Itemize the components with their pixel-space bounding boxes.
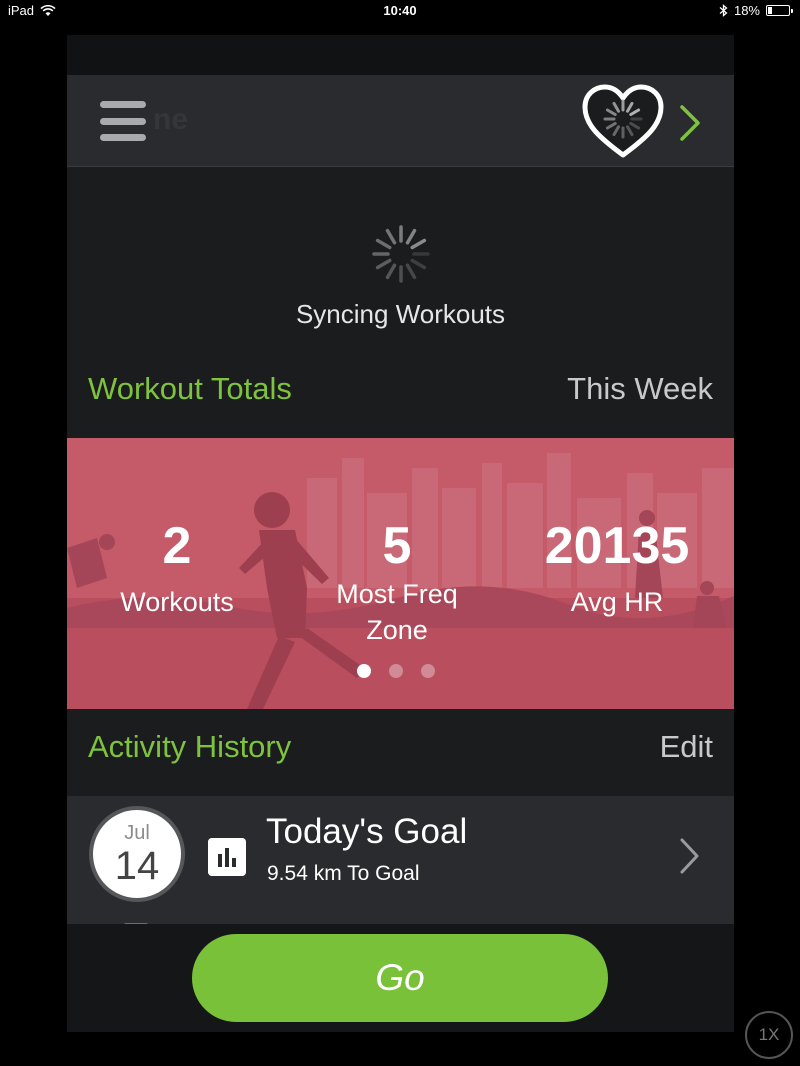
spinner-icon (372, 225, 430, 283)
page-dot[interactable] (421, 664, 435, 678)
zoom-toggle-button[interactable]: 1X (745, 1011, 793, 1059)
heart-sync-icon[interactable] (580, 83, 666, 161)
stat-label: Workouts (120, 587, 234, 617)
section-title-totals: Workout Totals (88, 371, 292, 406)
battery-percent: 18% (733, 3, 760, 18)
stat-label: Avg HR (570, 587, 664, 617)
goal-title: Today's Goal (266, 812, 468, 851)
period-selector[interactable]: This Week (567, 371, 713, 407)
stat-avg-hr: 20135 Avg HR (527, 518, 707, 620)
stat-workouts: 2 Workouts (107, 518, 247, 620)
sync-status: Syncing Workouts (295, 299, 506, 329)
goal-subtitle: 9.54 km To Goal (267, 862, 420, 885)
stat-value: 5 (382, 517, 412, 575)
date-month: Jul (124, 822, 150, 844)
bluetooth-icon (719, 4, 728, 17)
app-header: ne (67, 75, 734, 167)
bar-chart-icon (208, 838, 246, 876)
date-day: 14 (114, 844, 160, 888)
page-indicator[interactable] (357, 664, 435, 678)
history-section-header: Activity History Edit (67, 723, 734, 773)
app-window: ne Syncing Workouts Workout Totals This … (67, 35, 734, 1032)
footer-bar: Go (67, 924, 734, 1032)
stat-value: 20135 (544, 517, 690, 575)
stat-label-line2: Zone (366, 615, 428, 645)
logo-faded: ne (153, 103, 189, 136)
battery-icon (766, 5, 793, 16)
page-dot[interactable] (389, 664, 403, 678)
date-badge: Jul 14 (89, 806, 185, 902)
totals-banner[interactable]: 2 Workouts 5 Most Freq Zone 20135 Avg HR (67, 438, 734, 709)
stat-most-freq-zone: 5 Most Freq Zone (317, 518, 477, 648)
list-item-todays-goal[interactable]: Jul 14 Today's Goal 9.54 km To Goal (67, 796, 734, 924)
stat-value: 2 (162, 517, 192, 575)
section-title-history: Activity History (88, 729, 292, 764)
status-bar: iPad 10:40 18% (0, 0, 800, 22)
stat-label: Most Freq (336, 579, 458, 609)
hamburger-icon[interactable] (100, 101, 146, 141)
chevron-right-icon[interactable] (677, 103, 703, 143)
edit-button[interactable]: Edit (660, 729, 713, 765)
chevron-right-icon (680, 838, 699, 874)
clock: 10:40 (383, 3, 417, 18)
go-button[interactable]: Go (192, 934, 608, 1022)
page-dot[interactable] (357, 664, 371, 678)
totals-section-header: Workout Totals This Week (67, 365, 734, 415)
